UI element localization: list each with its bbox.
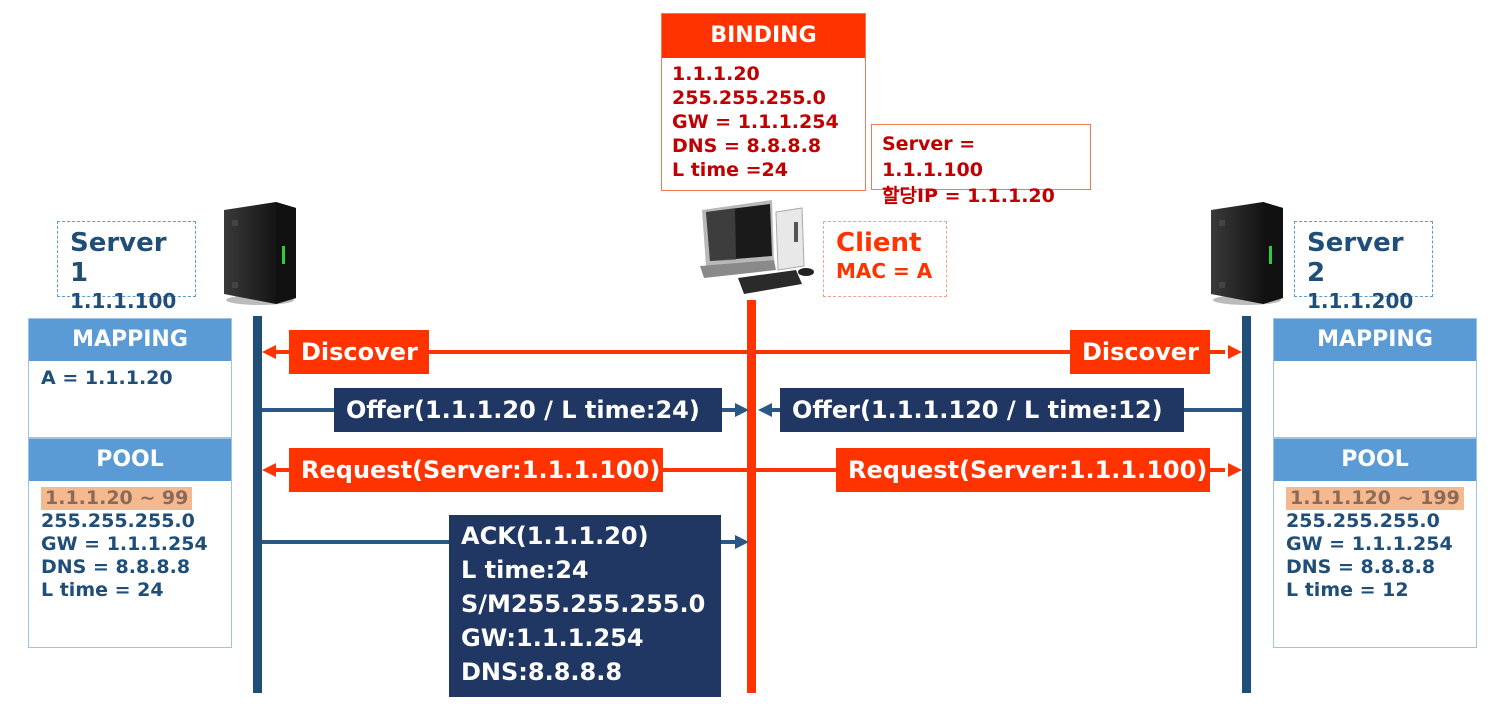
assignment-server: Server = 1.1.1.100 (882, 133, 983, 181)
client-mac: MAC = A (836, 259, 933, 283)
server1-mapping-title: MAPPING (29, 319, 231, 361)
assignment-box: Server = 1.1.1.100 할당IP = 1.1.1.20 (871, 124, 1091, 207)
server2-mapping-title: MAPPING (1274, 319, 1476, 361)
arrow-left-icon (262, 463, 276, 477)
server-tower-icon (1211, 202, 1283, 305)
client-name: Client (836, 228, 922, 258)
binding-gateway: GW = 1.1.1.254 (672, 111, 839, 133)
ack-subnet: S/M255.255.255.0 (461, 590, 706, 618)
binding-ip: 1.1.1.20 (672, 63, 760, 85)
ack-title: ACK(1.1.1.20) (461, 522, 649, 550)
server2-pool-lease-time: L time = 12 (1286, 579, 1409, 601)
server2-mapping-body (1274, 361, 1476, 373)
server2-ip: 1.1.1.200 (1307, 289, 1414, 313)
server1-mapping-body: A = 1.1.1.20 (29, 361, 231, 396)
server1-pool-subnet: 255.255.255.0 (41, 510, 195, 532)
server2-mapping-panel: MAPPING (1273, 318, 1477, 438)
server2-label: Server 2 1.1.1.200 (1294, 221, 1433, 313)
offer-right-label: Offer(1.1.1.120 / L time:12) (780, 388, 1184, 432)
server1-pool-gateway: GW = 1.1.1.254 (41, 533, 208, 555)
server2-name: Server 2 (1307, 228, 1404, 288)
binding-title: BINDING (662, 14, 865, 58)
server1-mapping-entry: A = 1.1.1.20 (41, 367, 173, 389)
binding-lease-time: L time =24 (672, 159, 788, 181)
arrow-left-icon (262, 345, 276, 359)
server1-label: Server 1 1.1.1.100 (57, 221, 196, 313)
server2-pool-title: POOL (1274, 439, 1476, 481)
binding-dns: DNS = 8.8.8.8 (672, 135, 822, 157)
desktop-computer-icon (700, 200, 814, 294)
server1-pool-lease-time: L time = 24 (41, 579, 164, 601)
discover-left-label: Discover (289, 330, 429, 374)
arrow-right-icon (735, 403, 749, 417)
server2-pool-body: 1.1.1.120 ~ 199 255.255.255.0 GW = 1.1.1… (1274, 481, 1476, 608)
server2-pool-dns: DNS = 8.8.8.8 (1286, 556, 1436, 578)
ack-gateway: GW:1.1.1.254 (461, 624, 644, 652)
server1-mapping-panel: MAPPING A = 1.1.1.20 (28, 318, 232, 438)
request-right-label: Request(Server:1.1.1.100) (836, 448, 1210, 492)
server1-name: Server 1 (70, 228, 167, 288)
server1-pool-dns: DNS = 8.8.8.8 (41, 556, 191, 578)
discover-right-label: Discover (1070, 330, 1210, 374)
server-tower-icon (224, 202, 296, 305)
server1-pool-title: POOL (29, 439, 231, 481)
server1-pool-range: 1.1.1.20 ~ 99 (41, 487, 193, 510)
request-left-label: Request(Server:1.1.1.100) (289, 448, 663, 492)
server2-pool-subnet: 255.255.255.0 (1286, 510, 1440, 532)
server1-pool-panel: POOL 1.1.1.20 ~ 99 255.255.255.0 GW = 1.… (28, 438, 232, 648)
arrow-right-icon (1228, 345, 1242, 359)
server2-lifeline (1242, 316, 1251, 693)
binding-table: BINDING 1.1.1.20 255.255.255.0 GW = 1.1.… (661, 13, 866, 191)
offer-left-label: Offer(1.1.1.20 / L time:24) (334, 388, 722, 432)
ack-lease-time: L time:24 (461, 556, 589, 584)
ack-message: ACK(1.1.1.20) L time:24 S/M255.255.255.0… (449, 515, 721, 697)
arrow-right-icon (1228, 463, 1242, 477)
server1-pool-body: 1.1.1.20 ~ 99 255.255.255.0 GW = 1.1.1.2… (29, 481, 231, 608)
arrow-right-icon (735, 535, 749, 549)
server1-lifeline (253, 316, 262, 693)
client-label: Client MAC = A (823, 221, 947, 297)
binding-body: 1.1.1.20 255.255.255.0 GW = 1.1.1.254 DN… (662, 58, 865, 186)
binding-subnet: 255.255.255.0 (672, 87, 826, 109)
server2-pool-range: 1.1.1.120 ~ 199 (1286, 487, 1464, 510)
client-lifeline (747, 300, 756, 693)
assignment-ip: 할당IP = 1.1.1.20 (882, 185, 1055, 207)
ack-dns: DNS:8.8.8.8 (461, 658, 623, 686)
arrow-left-icon (758, 403, 772, 417)
server2-pool-panel: POOL 1.1.1.120 ~ 199 255.255.255.0 GW = … (1273, 438, 1477, 648)
server2-pool-gateway: GW = 1.1.1.254 (1286, 533, 1453, 555)
server1-ip: 1.1.1.100 (70, 289, 177, 313)
